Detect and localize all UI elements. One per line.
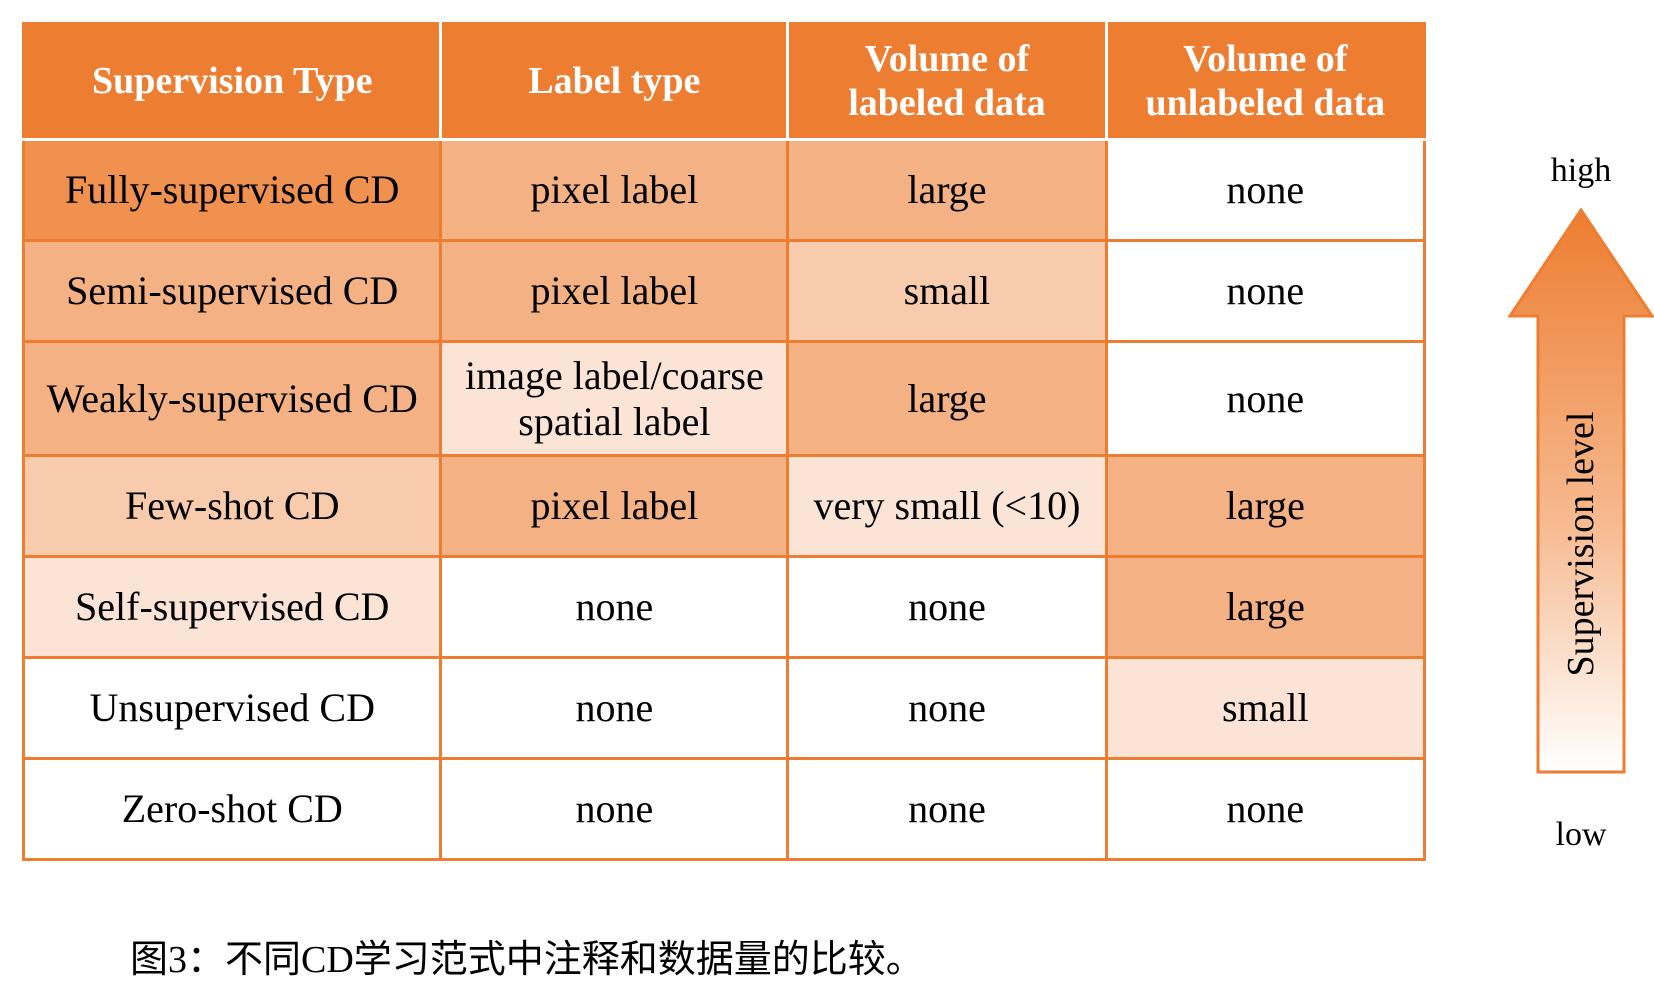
cell-label-type: none (439, 757, 790, 861)
cell-labeled-volume: large (786, 340, 1108, 457)
supervision-level-indicator: high Supervision level low (1508, 150, 1654, 870)
header-labeled-line1: Volume of (864, 37, 1030, 80)
cell-unlabeled-volume: large (1104, 555, 1427, 659)
table-row: Fully-supervised CD pixel label large no… (21, 138, 1427, 242)
table-row: Weakly-supervised CD image label/coarse … (21, 340, 1427, 457)
cell-labeled-volume: large (786, 138, 1108, 242)
cell-labeled-volume: none (786, 656, 1108, 760)
header-label-type: Label type (439, 22, 790, 141)
cell-label-type: none (439, 555, 790, 659)
cell-label-type: image label/coarse spatial label (439, 340, 790, 457)
header-supervision-type: Supervision Type (21, 22, 443, 141)
table-row: Semi-supervised CD pixel label small non… (21, 239, 1427, 343)
arrow-label-high: high (1550, 152, 1612, 189)
cell-labeled-volume: none (786, 757, 1108, 861)
cell-type: Unsupervised CD (21, 656, 443, 760)
header-unlabeled-volume: Volume of unlabeled data (1104, 22, 1427, 141)
cell-unlabeled-volume: none (1104, 340, 1427, 457)
header-row: Supervision Type Label type Volume of la… (21, 22, 1427, 141)
header-labeled-volume: Volume of labeled data (786, 22, 1108, 141)
arrow-axis-label: Supervision level (1560, 411, 1602, 677)
cell-label-type: pixel label (439, 454, 790, 558)
header-unlabeled-line1: Volume of (1183, 37, 1348, 80)
cell-labeled-volume: very small (<10) (786, 454, 1108, 558)
cell-type: Few-shot CD (21, 454, 443, 558)
cell-label-type-line1: image label/coarse (464, 352, 764, 398)
cell-unlabeled-volume: large (1104, 454, 1427, 558)
cell-unlabeled-volume: none (1104, 239, 1427, 343)
cell-unlabeled-volume: none (1104, 138, 1427, 242)
cell-type: Fully-supervised CD (21, 138, 443, 242)
cell-type: Semi-supervised CD (21, 239, 443, 343)
cell-label-type: pixel label (439, 239, 790, 343)
cell-label-type: pixel label (439, 138, 790, 242)
cell-type: Self-supervised CD (21, 555, 443, 659)
figure-caption: 图3：不同CD学习范式中注释和数据量的比较。 (130, 939, 924, 981)
arrow-label-low: low (1555, 816, 1607, 853)
cell-label-type-line2: spatial label (518, 398, 711, 444)
table-row: Self-supervised CD none none large (21, 555, 1427, 659)
cell-type: Zero-shot CD (21, 757, 443, 861)
cell-label-type: none (439, 656, 790, 760)
table-row: Zero-shot CD none none none (21, 757, 1427, 861)
cell-labeled-volume: small (786, 239, 1108, 343)
cell-unlabeled-volume: none (1104, 757, 1427, 861)
cell-type: Weakly-supervised CD (21, 340, 443, 457)
table-row: Unsupervised CD none none small (21, 656, 1427, 760)
header-unlabeled-line2: unlabeled data (1145, 81, 1386, 124)
header-labeled-line2: labeled data (848, 81, 1046, 124)
table-row: Few-shot CD pixel label very small (<10)… (21, 454, 1427, 558)
cell-unlabeled-volume: small (1104, 656, 1427, 760)
supervision-comparison-table: Supervision Type Label type Volume of la… (21, 22, 1427, 861)
cell-labeled-volume: none (786, 555, 1108, 659)
